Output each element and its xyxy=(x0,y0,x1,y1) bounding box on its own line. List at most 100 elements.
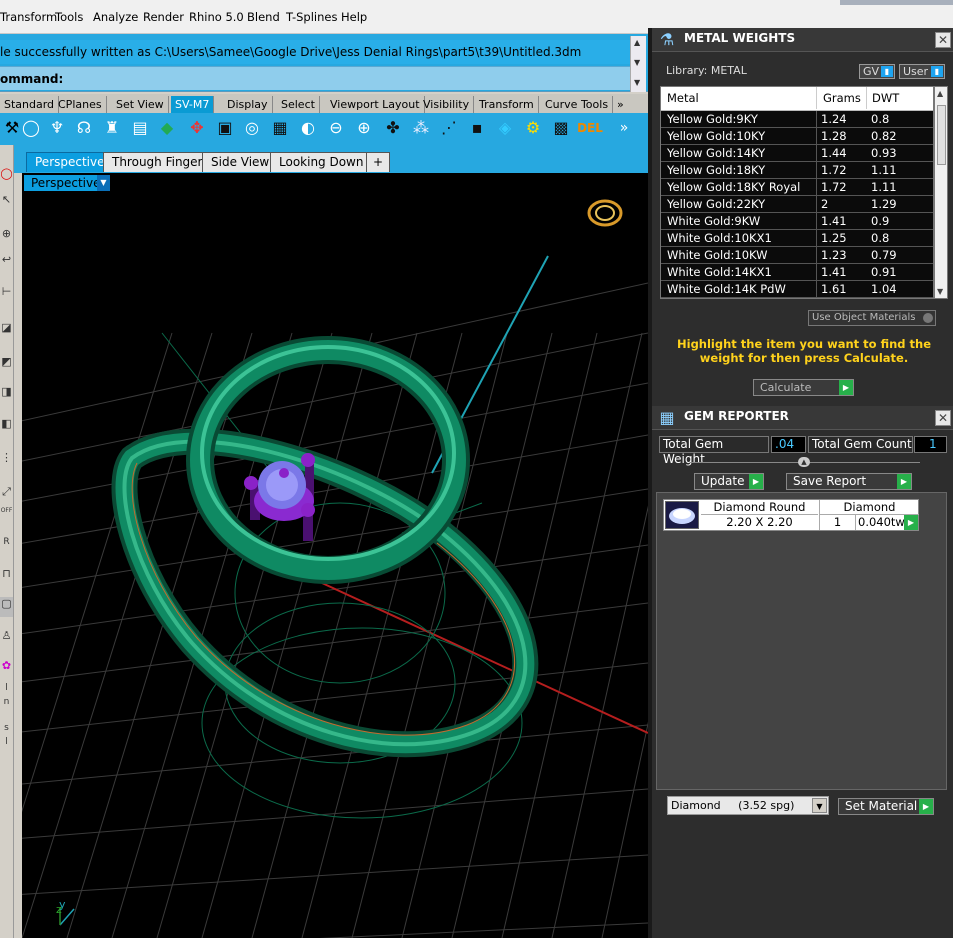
mesh-icon[interactable]: ◧ xyxy=(0,417,13,437)
col-grams[interactable]: Grams xyxy=(816,87,862,109)
curve-icon[interactable]: ↩ xyxy=(0,253,13,273)
viewport-menu-icon[interactable]: ▼ xyxy=(97,175,110,191)
tab-select[interactable]: Select xyxy=(277,96,320,113)
surface2-icon[interactable]: ◩ xyxy=(0,355,13,375)
table-row[interactable]: Yellow Gold:22KY 2 1.29 xyxy=(661,196,933,213)
arrow-icon[interactable]: ↖ xyxy=(0,193,13,213)
tab-looking-down[interactable]: Looking Down xyxy=(270,152,373,172)
tab-display[interactable]: Display xyxy=(223,96,273,113)
cube-icon[interactable]: ◈ xyxy=(493,116,517,140)
render-icon[interactable]: ⊓ xyxy=(0,567,13,587)
section-icon[interactable]: ⊖ xyxy=(324,116,348,140)
table-row[interactable]: White Gold:10KX1 1.25 0.8 xyxy=(661,230,933,247)
tab-perspective[interactable]: Perspective xyxy=(26,152,114,172)
tab-sv-m7[interactable]: SV-M7 xyxy=(171,96,215,113)
menu-render[interactable]: Render xyxy=(143,10,184,24)
solid-icon[interactable]: ◨ xyxy=(0,385,13,405)
col-dwt[interactable]: DWT xyxy=(866,87,926,109)
table-row[interactable]: Yellow Gold:10KY 1.28 0.82 xyxy=(661,128,933,145)
target-icon[interactable]: ◎ xyxy=(240,116,264,140)
line-icon[interactable]: ⊢ xyxy=(0,285,13,305)
table-row[interactable]: White Gold:14KX1 1.41 0.91 xyxy=(661,264,933,281)
tab-set-view[interactable]: Set View xyxy=(112,96,169,113)
mirror-icon[interactable]: ◐ xyxy=(296,116,320,140)
texture-icon[interactable]: ◆ xyxy=(155,116,179,140)
gem-cut-icon[interactable]: ♜ xyxy=(100,116,124,140)
menu-analyze[interactable]: Analyze xyxy=(93,10,138,24)
perspective-viewport[interactable] xyxy=(22,173,648,938)
set-material-button[interactable]: Set Material ▶ xyxy=(838,798,934,815)
tabs-overflow-icon[interactable]: » xyxy=(613,96,628,113)
tab-transform[interactable]: Transform xyxy=(475,96,539,113)
tab-visibility[interactable]: Visibility xyxy=(419,96,475,113)
table-row[interactable]: White Gold:9KW 1.41 0.9 xyxy=(661,213,933,230)
paint-icon[interactable]: ▤ xyxy=(128,116,152,140)
command-prompt[interactable]: ommand: xyxy=(0,66,630,90)
menu-blend[interactable]: Blend xyxy=(247,10,280,24)
gem-row[interactable]: Diamond Round 2.20 X 2.20 Diamond 1 0.04… xyxy=(663,499,919,531)
circle-icon[interactable]: ⊕ xyxy=(0,227,13,247)
ring-icon[interactable]: ◯ xyxy=(19,116,43,140)
use-object-materials-toggle[interactable]: Use Object Materials xyxy=(808,310,936,326)
bezel-icon[interactable]: ☊ xyxy=(72,116,96,140)
surface-icon[interactable]: ◪ xyxy=(0,321,13,341)
delete-icon[interactable]: DEL xyxy=(577,116,603,140)
transform-icon[interactable]: ⤢ xyxy=(0,485,13,505)
layout-icon[interactable]: ▩ xyxy=(549,116,573,140)
table-row[interactable]: Yellow Gold:18KY Royal 1.72 1.11 xyxy=(661,179,933,196)
gem-material-select[interactable]: Diamond (3.52 spg) ▼ xyxy=(667,796,829,815)
gumball-icon[interactable]: ✥ xyxy=(185,116,209,140)
scroll-down-icon[interactable]: ▼ xyxy=(634,78,640,87)
menu-transform[interactable]: Transform xyxy=(0,10,57,24)
crosshair-icon[interactable]: ⊕ xyxy=(352,116,376,140)
grid-icon[interactable]: ▦ xyxy=(268,116,292,140)
scroll-thumb[interactable] xyxy=(937,105,946,165)
scroll-down-icon[interactable]: ▼ xyxy=(937,287,943,296)
person-icon[interactable]: ♙ xyxy=(0,629,13,649)
tab-through-finger[interactable]: Through Finger xyxy=(103,152,212,172)
menu-tsplines[interactable]: T-Splines xyxy=(286,10,337,24)
tab-standard[interactable]: Standard xyxy=(0,96,60,113)
ring-navigator-icon[interactable] xyxy=(587,199,623,227)
tab-viewport-layout[interactable]: Viewport Layout xyxy=(326,96,425,113)
gem-go-icon[interactable]: ▶ xyxy=(904,515,918,530)
tab-curve-tools[interactable]: Curve Tools xyxy=(541,96,614,113)
update-button[interactable]: Update ▶ xyxy=(694,473,764,490)
scatter-icon[interactable]: ⋰ xyxy=(437,116,461,140)
menu-rhino5[interactable]: Rhino 5.0 xyxy=(189,10,244,24)
menu-tools[interactable]: Tools xyxy=(55,10,83,24)
flower-icon[interactable]: ✿ xyxy=(0,659,13,679)
table-row[interactable]: White Gold:14K PdW 1.61 1.04 xyxy=(661,281,933,298)
selected-tool-icon[interactable]: ▢ xyxy=(0,597,13,617)
gear-icon[interactable]: ⚙ xyxy=(521,116,545,140)
tab-cplanes[interactable]: CPlanes xyxy=(54,96,107,113)
scroll-down-icon[interactable]: ▼ xyxy=(634,58,640,67)
grid-icon[interactable]: ⋮ xyxy=(0,451,13,471)
dots-icon[interactable]: ⁂ xyxy=(409,116,433,140)
stop-icon[interactable]: ◯ xyxy=(0,167,13,187)
user-toggle[interactable]: User ▮ xyxy=(899,64,945,79)
command-scrollbar[interactable]: ▲ ▼ ▼ xyxy=(630,36,646,92)
collapse-handle-icon[interactable]: ▲ xyxy=(798,457,810,467)
scroll-up-icon[interactable]: ▲ xyxy=(937,89,943,98)
save-icon[interactable]: ▪ xyxy=(465,116,489,140)
cluster-icon[interactable]: ✤ xyxy=(381,116,405,140)
monitor-icon[interactable]: ▣ xyxy=(213,116,237,140)
table-row[interactable]: Yellow Gold:9KY 1.24 0.8 xyxy=(661,111,933,128)
calculate-button[interactable]: Calculate ▶ xyxy=(753,379,854,396)
gv-toggle[interactable]: GV ▮ xyxy=(859,64,895,79)
scroll-up-icon[interactable]: ▲ xyxy=(634,38,640,47)
close-icon[interactable]: ✕ xyxy=(935,32,951,48)
add-viewport-tab-icon[interactable]: + xyxy=(366,152,391,172)
menu-help[interactable]: Help xyxy=(341,10,367,24)
close-icon[interactable]: ✕ xyxy=(935,410,951,426)
table-row[interactable]: Yellow Gold:18KY 1.72 1.11 xyxy=(661,162,933,179)
table-row[interactable]: Yellow Gold:14KY 1.44 0.93 xyxy=(661,145,933,162)
toolbar-overflow-icon[interactable]: » xyxy=(612,116,636,140)
wrench-icon[interactable]: ♆ xyxy=(45,116,69,140)
save-report-button[interactable]: Save Report ▶ xyxy=(786,473,912,490)
col-metal[interactable]: Metal xyxy=(667,87,809,109)
table-row[interactable]: White Gold:10KW 1.23 0.79 xyxy=(661,247,933,264)
tab-side-view[interactable]: Side View xyxy=(202,152,279,172)
metal-table-scrollbar[interactable]: ▲ ▼ xyxy=(934,86,948,299)
